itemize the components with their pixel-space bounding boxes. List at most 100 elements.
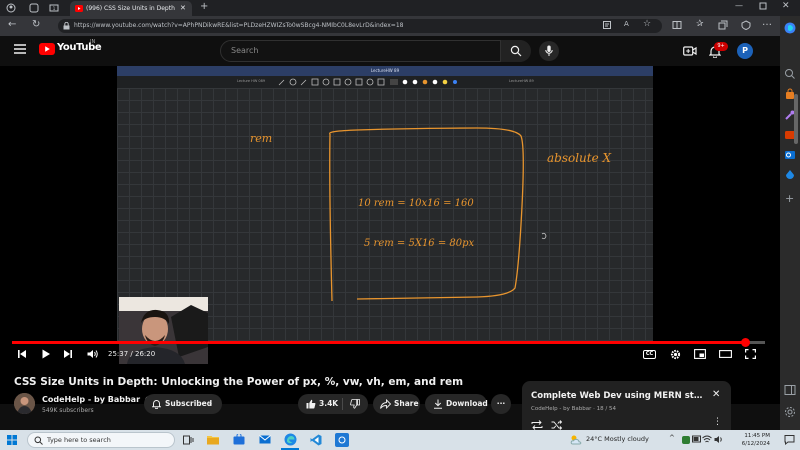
browser-address-bar: ← ↻ https://www.youtube.com/watch?v=APhP… bbox=[0, 16, 800, 36]
miniplayer-button[interactable] bbox=[694, 349, 706, 359]
sidebar-settings-icon[interactable] bbox=[784, 406, 796, 418]
task-view-icon[interactable] bbox=[183, 435, 194, 445]
playlist-close-icon[interactable]: ✕ bbox=[712, 389, 720, 400]
edge-taskbar-icon[interactable] bbox=[284, 433, 297, 446]
theater-mode-button[interactable] bbox=[719, 349, 732, 359]
add-sidebar-app-icon[interactable]: + bbox=[785, 192, 794, 205]
taskbar-clock[interactable]: 11:45 PM 6/12/2024 bbox=[738, 432, 770, 448]
favorites-icon[interactable]: ✰ bbox=[696, 19, 704, 29]
progress-bar[interactable] bbox=[12, 338, 765, 347]
text-size-icon[interactable]: A bbox=[624, 20, 629, 28]
volume-button[interactable] bbox=[87, 349, 99, 359]
search-sidebar-icon[interactable] bbox=[784, 68, 796, 80]
progress-scrubber[interactable] bbox=[740, 338, 750, 347]
download-label: Download bbox=[446, 399, 488, 408]
volume-icon bbox=[87, 350, 98, 358]
copilot-icon[interactable] bbox=[783, 21, 797, 35]
captions-button[interactable]: CC bbox=[643, 350, 656, 359]
youtube-masthead: YouTube IN Search 9+ P bbox=[0, 36, 780, 66]
more-actions-button[interactable]: ··· bbox=[491, 394, 511, 414]
settings-button[interactable] bbox=[670, 349, 681, 360]
edge-drop-icon[interactable] bbox=[784, 169, 796, 181]
speaker-icon[interactable] bbox=[714, 435, 724, 444]
shuffle-icon[interactable] bbox=[551, 420, 563, 430]
split-screen-icon[interactable] bbox=[672, 20, 682, 30]
reload-icon[interactable]: ↻ bbox=[32, 19, 40, 30]
favorite-star-icon[interactable]: ☆ bbox=[643, 19, 651, 29]
mail-icon[interactable] bbox=[259, 434, 271, 445]
play-button[interactable] bbox=[41, 349, 51, 359]
new-tab-icon[interactable]: + bbox=[200, 1, 208, 12]
tray-app-icon[interactable] bbox=[681, 435, 691, 445]
skip-previous-icon bbox=[18, 350, 26, 358]
search-icon bbox=[510, 45, 522, 57]
tab-close-icon[interactable]: ✕ bbox=[180, 1, 186, 16]
handwritten-line-1: 10 rem = 10x16 = 160 bbox=[358, 198, 474, 209]
voice-search-button[interactable] bbox=[539, 41, 559, 61]
subscribed-button[interactable]: Subscribed ⌄ bbox=[144, 394, 222, 414]
theater-mode-icon bbox=[719, 350, 732, 358]
video-player[interactable]: LectureHW 89 Lecture HW 089 LectureHW 89 bbox=[0, 66, 780, 404]
thumbs-down-icon bbox=[350, 399, 360, 409]
read-aloud-icon[interactable] bbox=[602, 20, 612, 30]
channel-name-text: CodeHelp - by Babbar bbox=[42, 395, 141, 404]
more-horizontal-icon: ··· bbox=[496, 399, 506, 408]
battery-icon[interactable] bbox=[692, 435, 701, 445]
notification-center-icon[interactable] bbox=[784, 434, 795, 445]
collections-icon[interactable] bbox=[718, 20, 728, 30]
page-scrollbar[interactable] bbox=[794, 94, 798, 144]
lock-icon[interactable] bbox=[63, 22, 70, 30]
download-button[interactable]: Download bbox=[425, 394, 488, 414]
vscode-icon[interactable] bbox=[310, 434, 322, 446]
search-button[interactable] bbox=[500, 40, 531, 62]
taskbar-search-box[interactable]: Type here to search bbox=[27, 432, 175, 448]
handwritten-rem: rem bbox=[250, 132, 272, 145]
browser-tab-active[interactable]: (996) CSS Size Units in Depth ✕ bbox=[70, 1, 192, 16]
maximize-icon[interactable] bbox=[759, 2, 767, 10]
profile-icon[interactable] bbox=[6, 3, 16, 13]
url-text: https://www.youtube.com/watch?v=APhPNDik… bbox=[74, 22, 404, 29]
outlook-icon[interactable] bbox=[784, 149, 796, 161]
back-icon[interactable]: ← bbox=[8, 19, 16, 30]
window-close-icon[interactable]: ✕ bbox=[782, 1, 790, 11]
windows-start-icon[interactable] bbox=[7, 435, 17, 445]
previous-button[interactable] bbox=[17, 349, 27, 359]
youtube-logo-icon bbox=[39, 43, 55, 55]
weather-icon[interactable] bbox=[570, 434, 582, 445]
youtube-logo[interactable]: YouTube IN bbox=[39, 39, 102, 55]
next-button[interactable] bbox=[63, 349, 73, 359]
sidebar-layout-icon[interactable] bbox=[784, 384, 796, 396]
like-button[interactable]: 3.4K bbox=[298, 394, 342, 414]
browser-essentials-icon[interactable] bbox=[741, 20, 751, 30]
file-explorer-icon[interactable] bbox=[207, 434, 219, 445]
dislike-button[interactable] bbox=[343, 394, 368, 414]
channel-avatar[interactable] bbox=[14, 393, 35, 414]
search-box[interactable]: Search bbox=[220, 40, 531, 62]
channel-name[interactable]: CodeHelp - by Babbar bbox=[42, 395, 152, 404]
app-taskbar-icon[interactable] bbox=[335, 433, 349, 447]
search-input[interactable]: Search bbox=[231, 46, 258, 55]
fullscreen-button[interactable] bbox=[745, 349, 756, 359]
hamburger-menu-icon[interactable] bbox=[14, 44, 26, 54]
wifi-icon[interactable] bbox=[702, 435, 712, 444]
tray-overflow-icon[interactable]: ^ bbox=[669, 434, 675, 442]
tab-count-label: 1 bbox=[53, 6, 56, 11]
workspaces-icon[interactable] bbox=[29, 3, 39, 13]
subscribe-chevron-down-icon: ⌄ bbox=[208, 400, 214, 407]
url-field[interactable]: https://www.youtube.com/watch?v=APhPNDik… bbox=[58, 19, 662, 33]
taskbar-search-icon bbox=[34, 436, 43, 445]
loop-icon[interactable] bbox=[531, 420, 543, 430]
playlist-title[interactable]: Complete Web Dev using MERN stac... bbox=[531, 391, 707, 401]
weather-text[interactable]: 24°C Mostly cloudy bbox=[586, 435, 649, 443]
minimize-icon[interactable]: — bbox=[735, 1, 743, 10]
playlist-more-icon[interactable]: ⋮ bbox=[713, 418, 722, 427]
settings-more-icon[interactable]: … bbox=[762, 17, 772, 28]
tab-actions-icon[interactable]: 1 bbox=[49, 3, 59, 13]
store-icon[interactable] bbox=[233, 434, 245, 445]
create-video-icon[interactable] bbox=[683, 45, 697, 57]
share-button[interactable]: Share bbox=[373, 394, 420, 414]
account-avatar[interactable]: P bbox=[737, 43, 753, 59]
taskbar-search-input[interactable]: Type here to search bbox=[47, 436, 111, 444]
windows-taskbar: Type here to search 24°C Mostly cloudy ^… bbox=[0, 430, 800, 450]
clock-date: 6/12/2024 bbox=[741, 441, 770, 447]
